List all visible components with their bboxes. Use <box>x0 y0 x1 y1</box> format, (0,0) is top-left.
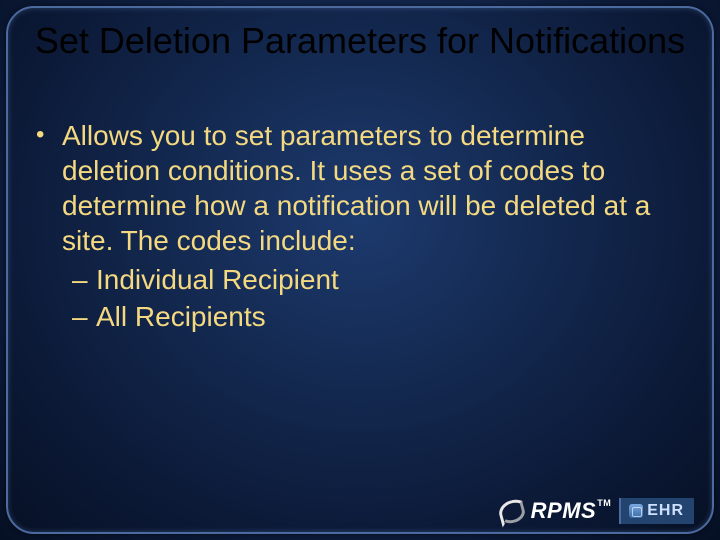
logo-area: RPMSTM EHR <box>497 496 694 526</box>
rpms-logo: RPMSTM <box>497 496 612 526</box>
sub-list: – Individual Recipient – All Recipients <box>72 262 672 334</box>
trademark: TM <box>597 498 611 508</box>
dash-marker: – <box>72 262 96 297</box>
rpms-label: RPMS <box>531 498 597 523</box>
dash-marker: – <box>72 299 96 334</box>
slide-body: • Allows you to set parameters to determ… <box>36 118 672 336</box>
ehr-label: EHR <box>647 502 684 520</box>
rpms-swoosh-icon <box>497 496 527 526</box>
bullet-item: • Allows you to set parameters to determ… <box>36 118 672 258</box>
ehr-icon <box>629 504 643 518</box>
sub-item-text: All Recipients <box>96 299 266 334</box>
slide-title: Set Deletion Parameters for Notification… <box>0 20 720 61</box>
rpms-text: RPMSTM <box>531 498 612 524</box>
slide: Set Deletion Parameters for Notification… <box>0 0 720 540</box>
sub-item: – Individual Recipient <box>72 262 672 297</box>
sub-item-text: Individual Recipient <box>96 262 339 297</box>
bullet-text: Allows you to set parameters to determin… <box>62 118 672 258</box>
ehr-badge: EHR <box>619 498 694 524</box>
sub-item: – All Recipients <box>72 299 672 334</box>
bullet-marker: • <box>36 118 62 150</box>
